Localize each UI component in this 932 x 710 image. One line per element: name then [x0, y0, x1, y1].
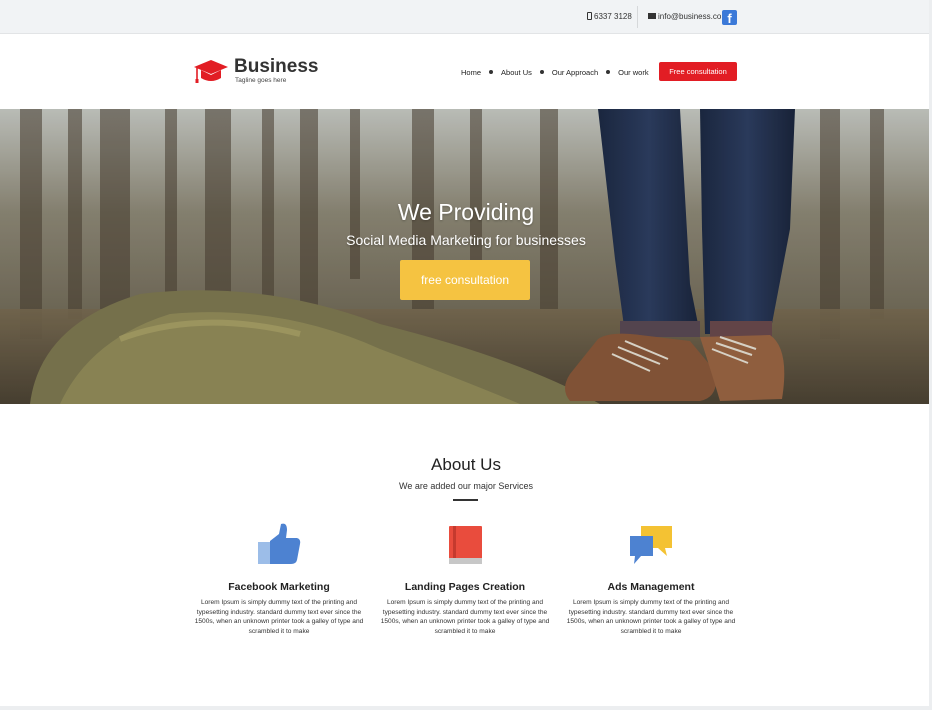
brand-name[interactable]: Business	[234, 56, 318, 78]
hero-consultation-button[interactable]: free consultation	[400, 260, 530, 300]
topbar-divider	[637, 6, 638, 28]
phone-number: 6337 3128	[594, 12, 632, 21]
nav-about-us[interactable]: About Us	[501, 68, 532, 77]
service-description: Lorem Ipsum is simply dummy text of the …	[194, 599, 364, 635]
hero-title: We Providing	[397, 199, 535, 225]
service-description: Lorem Ipsum is simply dummy text of the …	[566, 599, 736, 635]
facebook-letter: f	[727, 11, 732, 25]
nav-separator	[539, 70, 544, 74]
service-title: Landing Pages Creation	[404, 581, 526, 593]
service-title: Facebook Marketing	[228, 581, 330, 593]
email-contact[interactable]: info@business.co	[648, 12, 721, 21]
about-subheading: We are added our major Services	[399, 481, 533, 491]
nav-our-approach[interactable]: Our Approach	[552, 68, 598, 77]
section-divider	[453, 499, 478, 501]
nav-our-work[interactable]: Our work	[618, 68, 648, 77]
brand-tagline: Tagline goes here	[235, 77, 287, 84]
mail-icon	[648, 13, 656, 19]
thumbs-up-icon	[258, 523, 301, 564]
main-nav: Home About Us Our Approach Our work	[461, 68, 649, 77]
nav-home[interactable]: Home	[461, 68, 481, 77]
phone-contact[interactable]: 6337 3128	[587, 12, 632, 21]
hero-banner: We Providing Social Media Marketing for …	[0, 109, 932, 404]
service-title: Ads Management	[607, 581, 695, 593]
nav-separator	[489, 70, 494, 74]
email-address: info@business.co	[658, 12, 722, 21]
page-bottom-border	[0, 706, 932, 710]
facebook-icon[interactable]: f	[722, 10, 737, 25]
hero-background-image	[0, 109, 932, 404]
about-heading: About Us	[431, 455, 501, 474]
nav-separator	[606, 70, 611, 74]
graduation-cap-icon[interactable]	[193, 58, 229, 84]
site-header: Business Tagline goes here Home About Us O…	[0, 34, 932, 109]
book-icon	[449, 526, 482, 564]
hero-subtitle: Social Media Marketing for businesses	[346, 232, 586, 248]
chat-bubbles-icon	[630, 526, 672, 564]
phone-icon	[587, 12, 592, 20]
free-consultation-button[interactable]: Free consultation	[659, 62, 737, 81]
service-description: Lorem Ipsum is simply dummy text of the …	[380, 599, 550, 635]
top-contact-bar: 6337 3128 info@business.co f	[0, 0, 932, 34]
